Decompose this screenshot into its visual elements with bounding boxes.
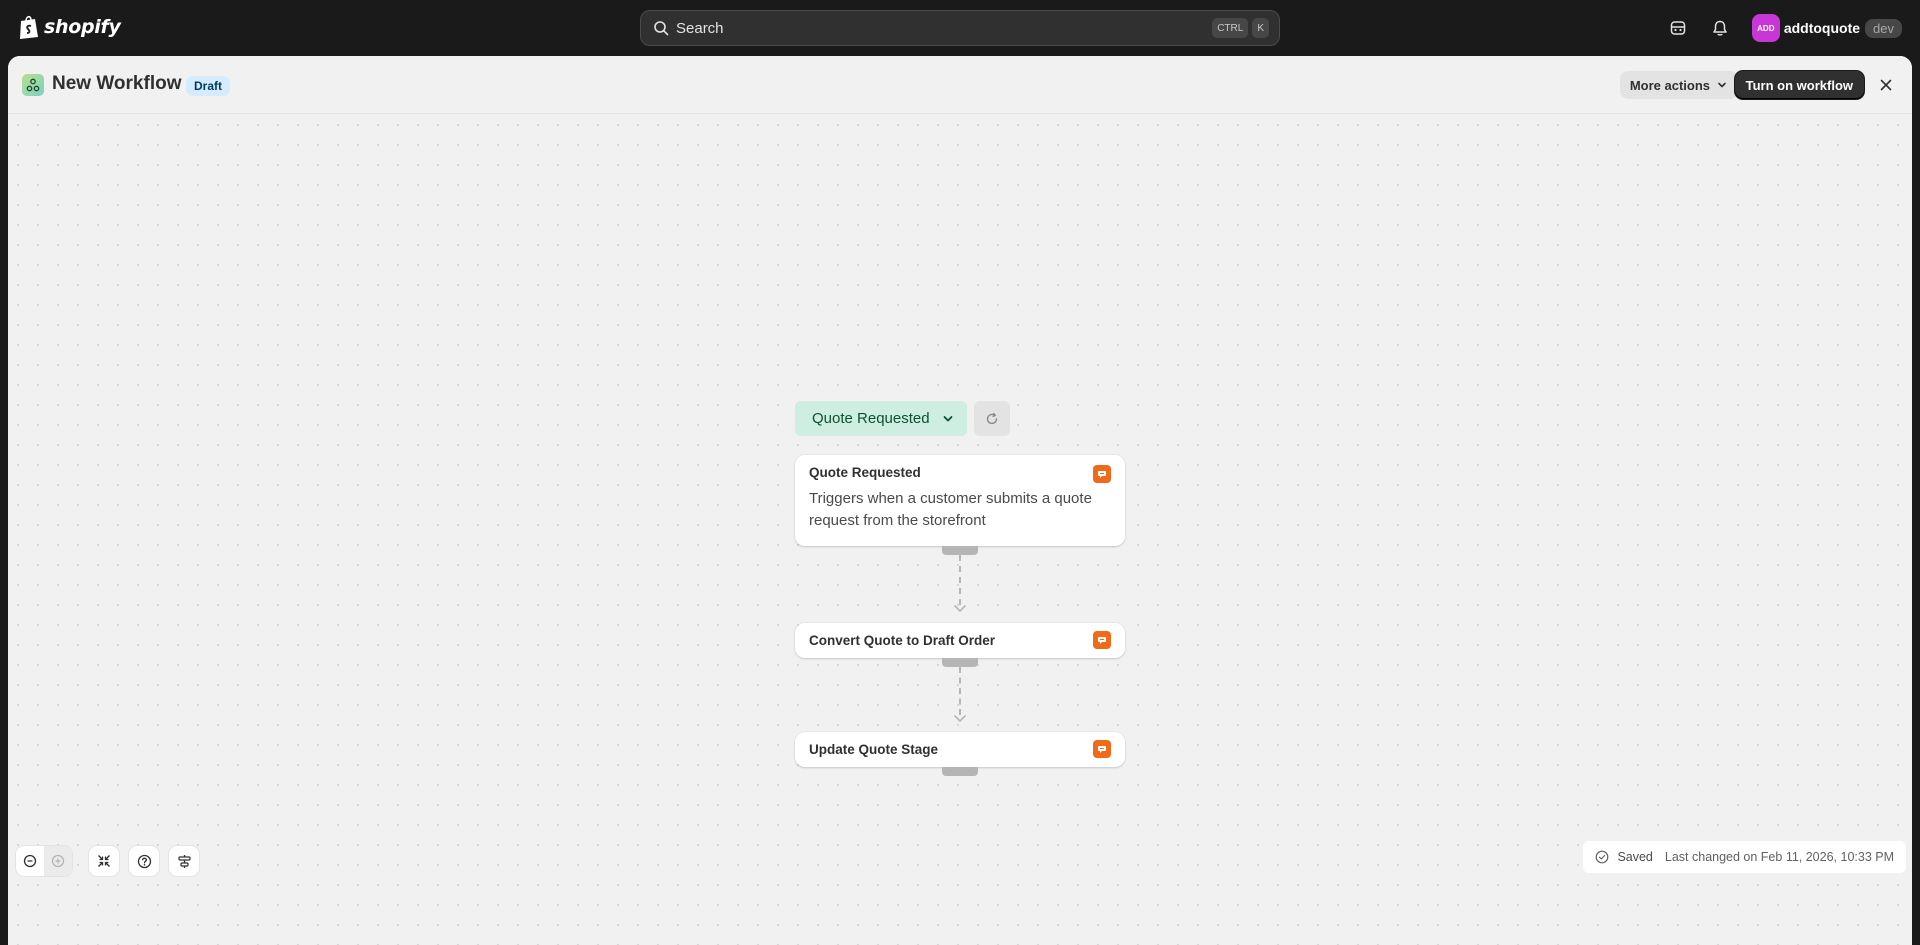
- workflow-header: New Workflow Draft More actions Turn on …: [8, 56, 1912, 114]
- store-name[interactable]: addtoquote: [1784, 20, 1860, 36]
- avatar[interactable]: ADD: [1751, 14, 1780, 42]
- node-connection-port[interactable]: [942, 546, 978, 555]
- action-node[interactable]: Convert Quote to Draft Order: [795, 623, 1125, 667]
- search-placeholder: Search: [676, 19, 724, 37]
- connector-line: [959, 667, 961, 715]
- trigger-selector-label: Quote Requested: [812, 410, 930, 427]
- collapse-arrows-icon: [98, 855, 110, 867]
- flow-app-icon: [22, 74, 44, 96]
- app-badge-icon: [1093, 465, 1111, 483]
- auto-layout-button[interactable]: [169, 846, 199, 876]
- close-button[interactable]: [1874, 73, 1898, 97]
- shopify-bag-icon: [20, 15, 38, 39]
- notifications-button[interactable]: [1704, 12, 1736, 44]
- top-bar: shopify Search CTRL K ADD addtoquote dev: [0, 0, 1920, 56]
- turn-on-workflow-button[interactable]: Turn on workflow: [1734, 71, 1864, 99]
- zoom-out-button[interactable]: [16, 846, 44, 876]
- node-title: Quote Requested: [809, 465, 921, 480]
- save-status: Saved Last changed on Feb 11, 2026, 10:3…: [1583, 841, 1906, 873]
- help-icon: [137, 854, 151, 868]
- sidekick-icon: [1670, 21, 1686, 35]
- node-title: Convert Quote to Draft Order: [809, 633, 996, 648]
- top-right-actions: ADD addtoquote dev: [1652, 12, 1902, 44]
- trigger-node[interactable]: Quote Requested Triggers when a customer…: [795, 455, 1125, 555]
- flow-icon: [26, 78, 40, 92]
- zoom-out-icon: [23, 854, 37, 868]
- zoom-controls: [16, 846, 72, 876]
- node-title: Update Quote Stage: [809, 742, 939, 757]
- more-actions-button[interactable]: More actions: [1619, 71, 1738, 99]
- arrow-down-icon: [954, 715, 966, 723]
- zoom-in-button[interactable]: [44, 846, 72, 876]
- refresh-button[interactable]: [974, 401, 1010, 436]
- shortcut-key-k: K: [1252, 18, 1269, 38]
- action-node[interactable]: Update Quote Stage: [795, 732, 1125, 776]
- status-badge: Draft: [186, 76, 231, 96]
- page-title[interactable]: New Workflow: [52, 73, 182, 95]
- shopify-wordmark: shopify: [44, 16, 121, 38]
- arrow-down-icon: [954, 605, 966, 613]
- zoom-in-icon: [51, 854, 65, 868]
- saved-label: Saved: [1617, 850, 1653, 864]
- refresh-icon: [986, 412, 998, 424]
- store-badge: dev: [1865, 18, 1902, 38]
- search-icon: [654, 21, 669, 36]
- chevron-down-icon: [1718, 82, 1726, 88]
- app-badge-icon: [1093, 631, 1111, 649]
- help-button[interactable]: [129, 846, 159, 876]
- app-badge-icon: [1093, 740, 1111, 758]
- sidekick-button[interactable]: [1662, 12, 1694, 44]
- last-changed-text: Last changed on Feb 11, 2026, 10:33 PM: [1664, 850, 1894, 864]
- fit-view-button[interactable]: [89, 846, 119, 876]
- search-input[interactable]: Search CTRL K: [640, 10, 1280, 46]
- connector-line: [959, 555, 961, 605]
- layout-icon: [177, 854, 191, 868]
- trigger-selector[interactable]: Quote Requested: [795, 401, 967, 436]
- node-description: Triggers when a customer submits a quote…: [809, 490, 1092, 529]
- bell-icon: [1713, 20, 1727, 36]
- more-actions-label: More actions: [1629, 77, 1710, 93]
- node-connection-port[interactable]: [942, 658, 978, 667]
- node-connection-port[interactable]: [942, 767, 978, 776]
- chevron-down-icon: [943, 415, 953, 421]
- shortcut-key-ctrl: CTRL: [1212, 18, 1249, 38]
- check-circle-icon: [1596, 850, 1609, 864]
- close-icon: [1880, 79, 1892, 91]
- shopify-logo[interactable]: shopify: [18, 14, 121, 40]
